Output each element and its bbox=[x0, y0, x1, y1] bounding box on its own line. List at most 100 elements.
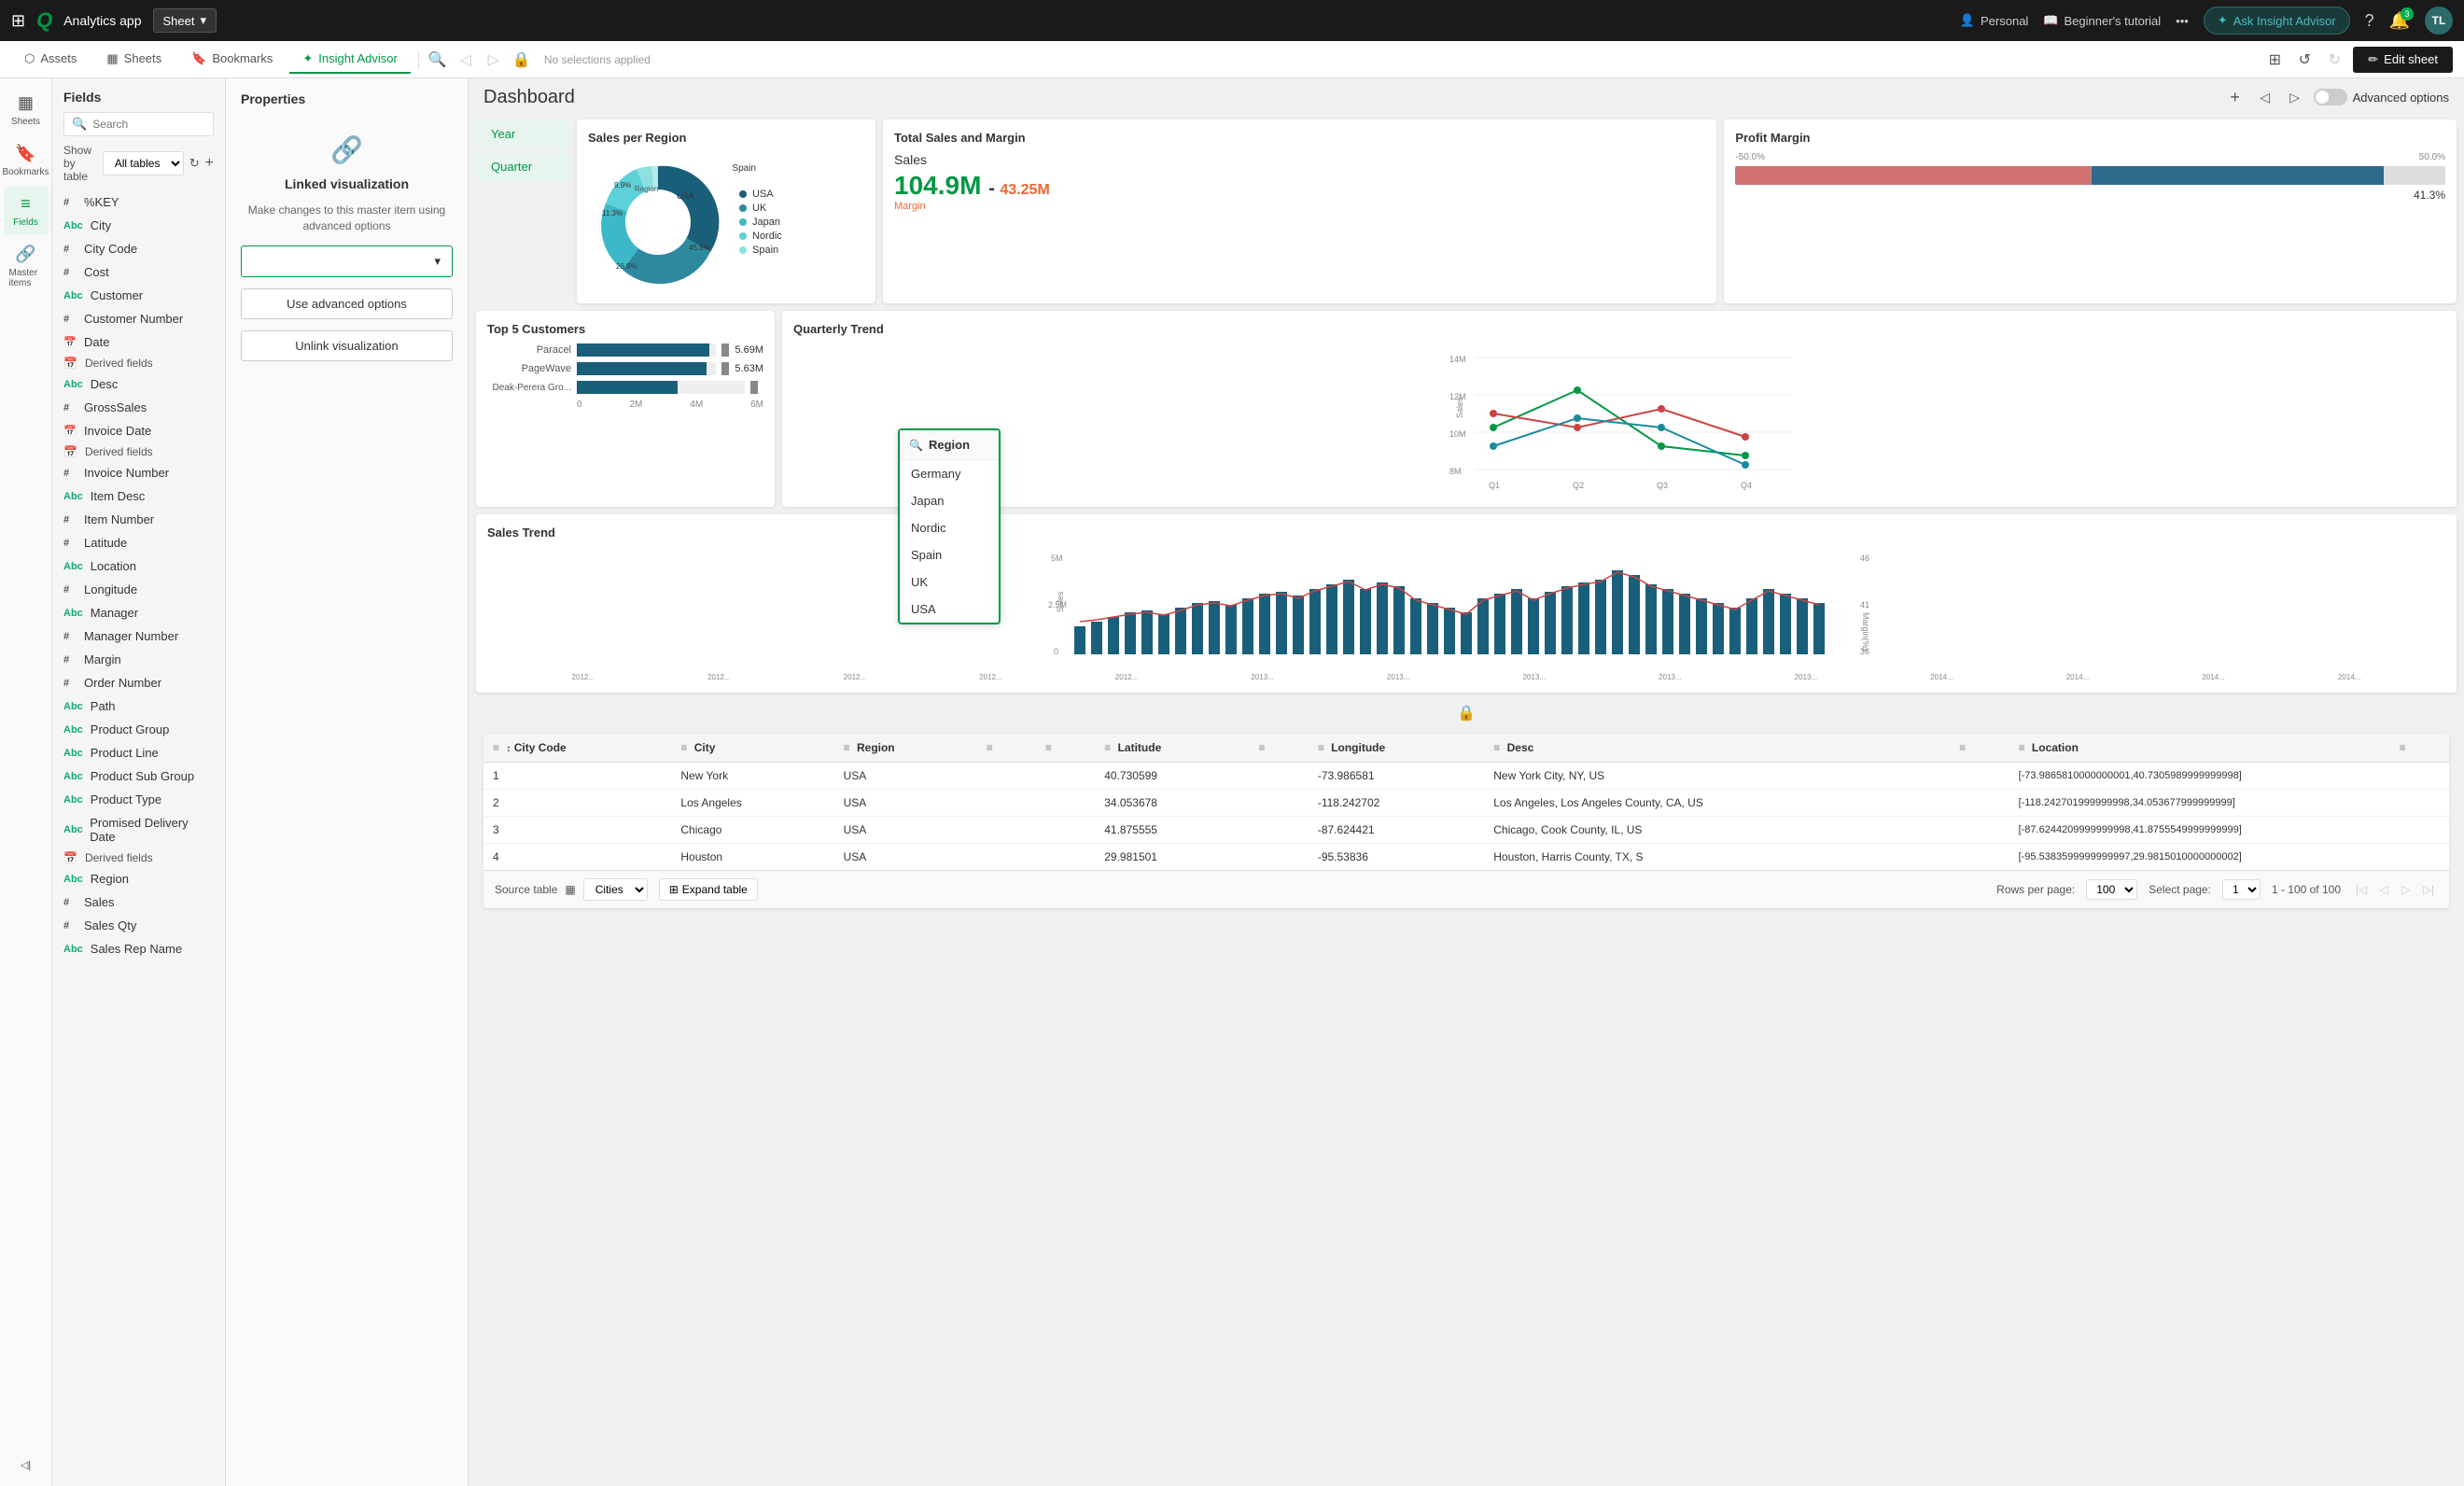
ask-insight-button[interactable]: ✦ Ask Insight Advisor bbox=[2204, 7, 2350, 35]
sidebar-item-master[interactable]: 🔗 Master items bbox=[4, 237, 49, 296]
field-item-citycode[interactable]: # City Code bbox=[52, 237, 225, 260]
field-item-key[interactable]: # %KEY bbox=[52, 190, 225, 214]
next-page-arrow[interactable]: ▷ bbox=[2284, 86, 2306, 108]
field-item-cost[interactable]: # Cost bbox=[52, 260, 225, 284]
region-item-germany[interactable]: Germany bbox=[900, 460, 999, 487]
sidebar-item-sheets[interactable]: ▦ Sheets bbox=[4, 86, 49, 134]
tab-insight-advisor[interactable]: ✦ Insight Advisor bbox=[289, 46, 410, 74]
add-widget-button[interactable]: + bbox=[2224, 86, 2247, 108]
field-item-itemdesc[interactable]: Abc Item Desc bbox=[52, 484, 225, 508]
region-item-nordic[interactable]: Nordic bbox=[900, 514, 999, 541]
field-item-grosssales[interactable]: # GrossSales bbox=[52, 396, 225, 419]
field-item-productsubgroup[interactable]: Abc Product Sub Group bbox=[52, 764, 225, 788]
table-select[interactable]: All tables bbox=[103, 151, 184, 175]
field-item-promised[interactable]: Abc Promised Delivery Date bbox=[52, 811, 225, 848]
col-icon[interactable]: ≡ bbox=[2019, 741, 2025, 754]
refresh-icon[interactable]: ↻ bbox=[189, 156, 200, 171]
tutorial-nav[interactable]: 📖 Beginner's tutorial bbox=[2043, 13, 2161, 28]
field-item-salesqty[interactable]: # Sales Qty bbox=[52, 914, 225, 937]
col-icon[interactable]: ≡ bbox=[2400, 741, 2406, 754]
field-item-manager[interactable]: Abc Manager bbox=[52, 601, 225, 624]
dropdown-field[interactable]: ▾ bbox=[241, 245, 453, 277]
field-item-latitude[interactable]: # Latitude bbox=[52, 531, 225, 554]
smart-search-icon[interactable]: 🔍 bbox=[427, 49, 449, 71]
user-avatar[interactable]: TL bbox=[2425, 7, 2453, 35]
field-item-productline[interactable]: Abc Product Line bbox=[52, 741, 225, 764]
next-page-arrow[interactable]: ▷ bbox=[2397, 880, 2415, 899]
field-item-path[interactable]: Abc Path bbox=[52, 694, 225, 718]
col-icon[interactable]: ≡ bbox=[1493, 741, 1500, 754]
source-table-select[interactable]: Cities bbox=[583, 878, 648, 901]
col-icon[interactable]: ≡ bbox=[493, 741, 499, 754]
region-item-uk[interactable]: UK bbox=[900, 568, 999, 596]
grid-layout-icon[interactable]: ⊞ bbox=[2263, 49, 2286, 71]
more-options-icon[interactable]: ••• bbox=[2176, 14, 2189, 28]
prev-page-arrow[interactable]: ◁ bbox=[2374, 880, 2393, 899]
region-item-usa[interactable]: USA bbox=[900, 596, 999, 623]
redo-icon[interactable]: ↻ bbox=[2323, 49, 2345, 71]
fields-search-box[interactable]: 🔍 bbox=[63, 112, 214, 136]
col-icon[interactable]: ≡ bbox=[1959, 741, 1966, 754]
unlink-visualization-button[interactable]: Unlink visualization bbox=[241, 330, 453, 361]
field-item-salesrep[interactable]: Abc Sales Rep Name bbox=[52, 937, 225, 960]
tab-bookmarks[interactable]: 🔖 Bookmarks bbox=[178, 46, 286, 74]
sidebar-item-bookmarks[interactable]: 🔖 Bookmarks bbox=[4, 136, 49, 185]
sidebar-item-fields[interactable]: ≡ Fields bbox=[4, 187, 49, 235]
field-item-producttype[interactable]: Abc Product Type bbox=[52, 788, 225, 811]
field-item-desc[interactable]: Abc Desc bbox=[52, 372, 225, 396]
field-item-longitude[interactable]: # Longitude bbox=[52, 578, 225, 601]
sheet-selector[interactable]: Sheet ▾ bbox=[153, 8, 217, 33]
col-icon[interactable]: ≡ bbox=[1104, 741, 1111, 754]
forward-icon[interactable]: ▷ bbox=[483, 49, 505, 71]
tab-assets[interactable]: ⬡ Assets bbox=[11, 46, 90, 74]
first-page-arrow[interactable]: |◁ bbox=[2352, 880, 2371, 899]
filter-pill-quarter[interactable]: Quarter bbox=[476, 152, 569, 181]
help-icon[interactable]: ? bbox=[2365, 11, 2374, 31]
derived-fields-promised[interactable]: 📅 Derived fields bbox=[52, 848, 225, 867]
field-item-productgroup[interactable]: Abc Product Group bbox=[52, 718, 225, 741]
field-item-margin[interactable]: # Margin bbox=[52, 648, 225, 671]
collapse-nav-icon[interactable]: ◁| bbox=[4, 1451, 49, 1479]
col-icon[interactable]: ≡ bbox=[987, 741, 993, 754]
field-item-region[interactable]: Abc Region bbox=[52, 867, 225, 890]
last-page-arrow[interactable]: ▷| bbox=[2419, 880, 2438, 899]
col-icon[interactable]: ≡ bbox=[1259, 741, 1266, 754]
add-field-icon[interactable]: + bbox=[205, 155, 214, 172]
field-item-sales[interactable]: # Sales bbox=[52, 890, 225, 914]
col-icon[interactable]: ≡ bbox=[1045, 741, 1052, 754]
undo-icon[interactable]: ↺ bbox=[2293, 49, 2316, 71]
tab-sheets[interactable]: ▦ Sheets bbox=[93, 46, 175, 74]
filter-pill-year[interactable]: Year bbox=[476, 119, 569, 148]
expand-table-button[interactable]: ⊞ Expand table bbox=[659, 878, 758, 901]
field-item-customer[interactable]: Abc Customer bbox=[52, 284, 225, 307]
table-scroll-container[interactable]: ≡ ↕ City Code ≡ City ≡ R bbox=[483, 734, 2449, 870]
notification-bell[interactable]: 🔔 3 bbox=[2389, 11, 2410, 31]
field-item-invoicenumber[interactable]: # Invoice Number bbox=[52, 461, 225, 484]
rows-per-page-select[interactable]: 100 bbox=[2086, 879, 2137, 900]
edit-sheet-button[interactable]: ✏ Edit sheet bbox=[2353, 47, 2453, 73]
prev-page-arrow[interactable]: ◁ bbox=[2254, 86, 2276, 108]
personal-nav[interactable]: 👤 Personal bbox=[1960, 13, 2029, 28]
col-icon[interactable]: ≡ bbox=[1318, 741, 1324, 754]
select-page-select[interactable]: 1 bbox=[2222, 879, 2261, 900]
lock-icon[interactable]: 🔒 bbox=[511, 49, 533, 71]
field-item-city[interactable]: Abc City bbox=[52, 214, 225, 237]
region-item-japan[interactable]: Japan bbox=[900, 487, 999, 514]
advanced-options-toggle[interactable] bbox=[2314, 89, 2347, 105]
derived-fields-date[interactable]: 📅 Derived fields bbox=[52, 354, 225, 372]
field-item-invoicedate[interactable]: 📅 Invoice Date bbox=[52, 419, 225, 442]
col-icon[interactable]: ≡ bbox=[680, 741, 687, 754]
derived-fields-invoicedate[interactable]: 📅 Derived fields bbox=[52, 442, 225, 461]
back-icon[interactable]: ◁ bbox=[455, 49, 477, 71]
field-item-location[interactable]: Abc Location bbox=[52, 554, 225, 578]
grid-icon[interactable]: ⊞ bbox=[11, 11, 25, 31]
region-item-spain[interactable]: Spain bbox=[900, 541, 999, 568]
field-item-managernumber[interactable]: # Manager Number bbox=[52, 624, 225, 648]
fields-search-input[interactable] bbox=[92, 118, 205, 131]
use-advanced-options-button[interactable]: Use advanced options bbox=[241, 288, 453, 319]
col-icon[interactable]: ≡ bbox=[844, 741, 850, 754]
field-item-itemnumber[interactable]: # Item Number bbox=[52, 508, 225, 531]
field-item-customernumber[interactable]: # Customer Number bbox=[52, 307, 225, 330]
field-item-ordernumber[interactable]: # Order Number bbox=[52, 671, 225, 694]
field-item-date[interactable]: 📅 Date bbox=[52, 330, 225, 354]
